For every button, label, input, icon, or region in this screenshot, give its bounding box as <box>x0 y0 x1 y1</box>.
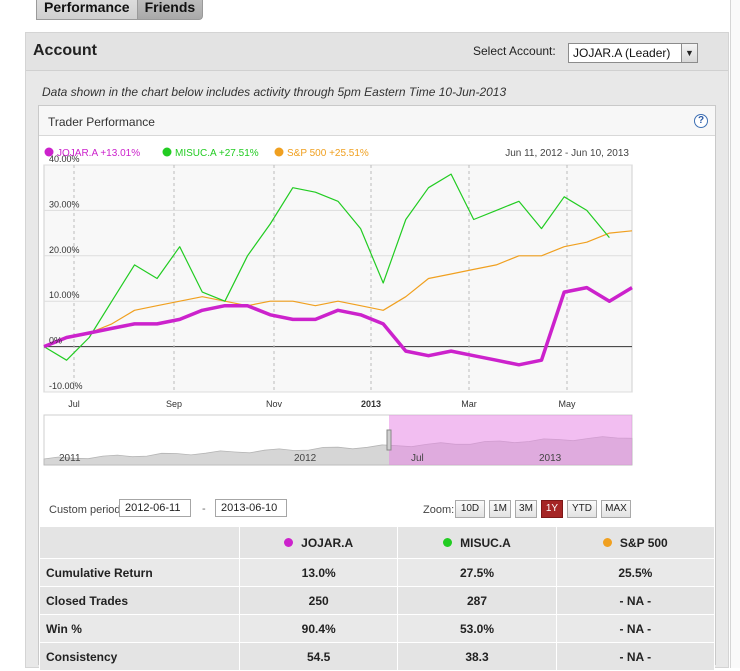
x-tick-label: Nov <box>266 399 283 409</box>
x-tick-label: Sep <box>166 399 182 409</box>
zoom-1m-button[interactable]: 1M <box>489 500 511 518</box>
row-label: Closed Trades <box>39 586 240 615</box>
table-cell: 25.5% <box>555 558 716 587</box>
y-tick-label: 10.00% <box>49 290 80 300</box>
table-cell: 54.5 <box>238 642 399 671</box>
navigator-label: 2012 <box>294 453 317 464</box>
zoom-ytd-button[interactable]: YTD <box>567 500 597 518</box>
table-cell: 53.0% <box>397 614 557 643</box>
series-dot-icon <box>443 537 453 547</box>
zoom-max-button[interactable]: MAX <box>601 500 631 518</box>
navigator-label: Jul <box>411 453 424 464</box>
legend-item: S&P 500 +25.51% <box>287 148 369 159</box>
table-header-row: JOJAR.A MISUC.A S&P 500 <box>39 526 716 559</box>
help-icon[interactable]: ? <box>694 114 708 128</box>
performance-chart[interactable]: JOJAR.A +13.01% MISUC.A +27.51% S&P 500 +2… <box>39 137 715 495</box>
zoom-3m-button[interactable]: 3M <box>515 500 537 518</box>
trader-performance-header: Trader Performance ? <box>39 106 715 136</box>
table-row: Win % 90.4% 53.0% - NA - <box>39 614 716 643</box>
table-header-empty <box>39 526 240 559</box>
account-select[interactable]: JOJAR.A (Leader) ▼ <box>568 43 698 63</box>
legend-item: MISUC.A +27.51% <box>175 148 259 159</box>
table-cell: - NA - <box>555 586 716 615</box>
account-select-value: JOJAR.A (Leader) <box>573 46 671 60</box>
table-cell: 27.5% <box>397 558 557 587</box>
row-label: Win % <box>39 614 240 643</box>
right-edge-rail <box>730 0 740 668</box>
table-row: Cumulative Return 13.0% 27.5% 25.5% <box>39 558 716 587</box>
table-cell: 250 <box>238 586 399 615</box>
date-range-label: Jun 11, 2012 - Jun 10, 2013 <box>505 148 629 159</box>
y-tick-label: 40.00% <box>49 154 80 164</box>
tab-friends[interactable]: Friends <box>136 0 204 20</box>
x-tick-label: May <box>558 399 576 409</box>
table-row: Closed Trades 250 287 - NA - <box>39 586 716 615</box>
table-cell: - NA - <box>555 642 716 671</box>
chevron-down-icon[interactable]: ▼ <box>681 44 697 62</box>
data-note: Data shown in the chart below includes a… <box>42 85 507 99</box>
row-label: Cumulative Return <box>39 558 240 587</box>
table-cell: 38.3 <box>397 642 557 671</box>
trader-performance-title: Trader Performance <box>48 115 155 129</box>
legend-dot-icon <box>274 147 284 157</box>
account-panel: Account Select Account: JOJAR.A (Leader)… <box>25 32 729 671</box>
custom-period-label: Custom period: <box>49 504 124 516</box>
table-header-cell: MISUC.A <box>397 526 557 559</box>
table-header-cell: S&P 500 <box>555 526 716 559</box>
legend-dot-icon <box>162 147 172 157</box>
date-separator: - <box>202 503 206 515</box>
account-title: Account <box>33 42 97 59</box>
x-tick-label: Jul <box>68 399 80 409</box>
x-tick-label: Mar <box>461 399 477 409</box>
start-date-input[interactable]: 2012-06-11 <box>119 499 191 517</box>
zoom-label: Zoom: <box>423 504 455 516</box>
performance-table: JOJAR.A MISUC.A S&P 500 Cumulative Retur… <box>39 526 716 671</box>
select-account-label: Select Account: <box>473 44 556 58</box>
navigator-selection[interactable] <box>389 415 632 465</box>
x-tick-label: 2013 <box>361 399 381 409</box>
row-label: Consistency <box>39 642 240 671</box>
table-cell: 13.0% <box>238 558 399 587</box>
zoom-1y-button[interactable]: 1Y <box>541 500 563 518</box>
series-dot-icon <box>284 537 294 547</box>
table-row: Consistency 54.5 38.3 - NA - <box>39 642 716 671</box>
table-header-cell: JOJAR.A <box>238 526 399 559</box>
y-tick-label: -10.00% <box>49 381 83 391</box>
series-dot-icon <box>602 537 612 547</box>
y-tick-label: 20.00% <box>49 245 80 255</box>
table-cell: 287 <box>397 586 557 615</box>
y-tick-label: 30.00% <box>49 199 80 209</box>
navigator-label: 2013 <box>539 453 562 464</box>
navigator-handle-left[interactable] <box>386 429 392 451</box>
y-tick-label: 0% <box>49 336 62 346</box>
end-date-input[interactable]: 2013-06-10 <box>215 499 287 517</box>
table-cell: 90.4% <box>238 614 399 643</box>
navigator-label: 2011 <box>59 453 81 464</box>
tab-performance[interactable]: Performance <box>36 0 138 20</box>
trader-performance-box: Trader Performance ? JOJAR.A +13.01% MISU… <box>38 105 716 671</box>
zoom-10d-button[interactable]: 10D <box>455 500 485 518</box>
table-cell: - NA - <box>555 614 716 643</box>
account-header: Account Select Account: JOJAR.A (Leader)… <box>26 33 728 71</box>
tab-bar: Performance Friends <box>36 0 204 20</box>
